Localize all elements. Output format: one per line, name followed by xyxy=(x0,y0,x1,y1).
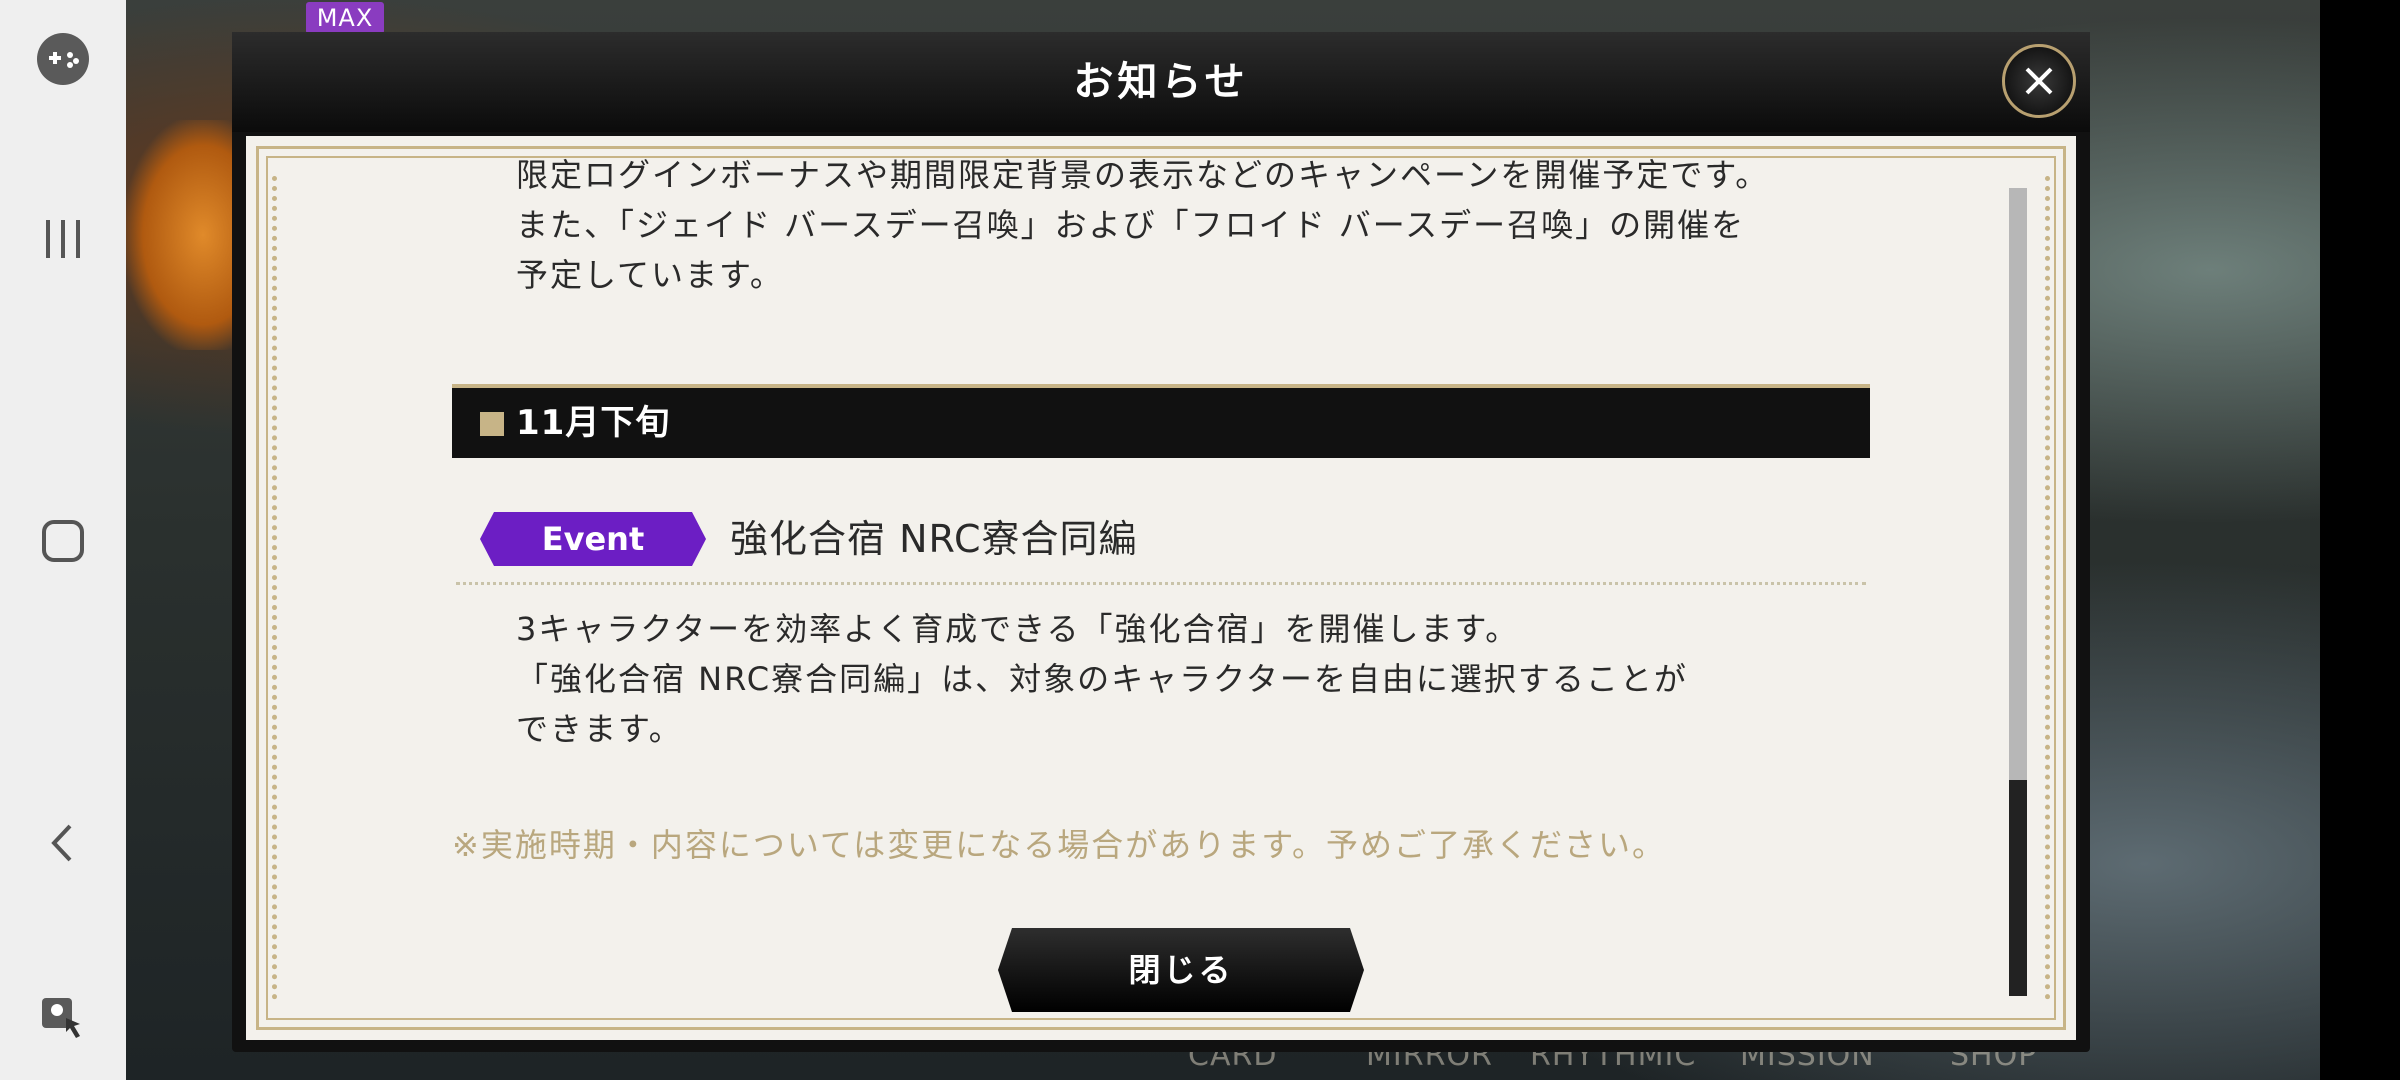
intro-line: また、「ジェイド バースデー召喚」および「フロイド バースデー召喚」の開催を xyxy=(516,206,1746,244)
notice-dialog: お知らせ 限定ログインボーナスや期間限定背景の表示などのキャンペーンを開催予定で… xyxy=(232,32,2090,1052)
recent-apps-icon[interactable] xyxy=(30,206,96,272)
system-navigation-bar xyxy=(0,0,126,1080)
intro-text: 限定ログインボーナスや期間限定背景の表示などのキャンペーンを開催予定です。 また… xyxy=(516,150,1769,300)
letterbox-right xyxy=(2320,0,2400,1080)
max-badge: MAX xyxy=(306,2,384,34)
scrollbar-thumb[interactable] xyxy=(2009,780,2027,996)
section-header: 11月下旬 xyxy=(452,384,1870,458)
intro-line: 限定ログインボーナスや期間限定背景の表示などのキャンペーンを開催予定です。 xyxy=(516,156,1770,194)
event-line: 3キャラクターを効率よく育成できる「強化合宿」を開催します。 xyxy=(516,610,1520,648)
square-icon xyxy=(480,412,504,436)
dialog-content: 限定ログインボーナスや期間限定背景の表示などのキャンペーンを開催予定です。 また… xyxy=(246,136,2076,1040)
dialog-title: お知らせ xyxy=(1073,59,1249,105)
event-tag: Event xyxy=(480,512,706,566)
event-title: 強化合宿 NRC寮合同編 xyxy=(730,517,1138,561)
close-button[interactable]: 閉じる xyxy=(998,928,1364,1012)
home-icon[interactable] xyxy=(30,508,96,574)
section-label: 11月下旬 xyxy=(516,403,671,443)
event-line: できます。 xyxy=(516,710,683,748)
event-description: 3キャラクターを効率よく育成できる「強化合宿」を開催します。 「強化合宿 NRC… xyxy=(516,604,1688,754)
close-icon[interactable] xyxy=(2002,44,2076,118)
disclaimer-text: ※実施時期・内容については変更になる場合があります。予めご了承ください。 xyxy=(452,826,1667,864)
back-icon[interactable] xyxy=(30,810,96,876)
game-controller-icon[interactable] xyxy=(30,26,96,92)
touch-assist-icon[interactable] xyxy=(30,986,96,1052)
scrollbar[interactable] xyxy=(2009,188,2027,996)
pumpkin-decoration xyxy=(126,120,236,350)
dialog-body[interactable]: 限定ログインボーナスや期間限定背景の表示などのキャンペーンを開催予定です。 また… xyxy=(246,136,2076,1040)
intro-line: 予定しています。 xyxy=(516,256,784,294)
event-line: 「強化合宿 NRC寮合同編」は、対象のキャラクターを自由に選択することが xyxy=(516,660,1688,698)
divider xyxy=(456,582,1866,585)
